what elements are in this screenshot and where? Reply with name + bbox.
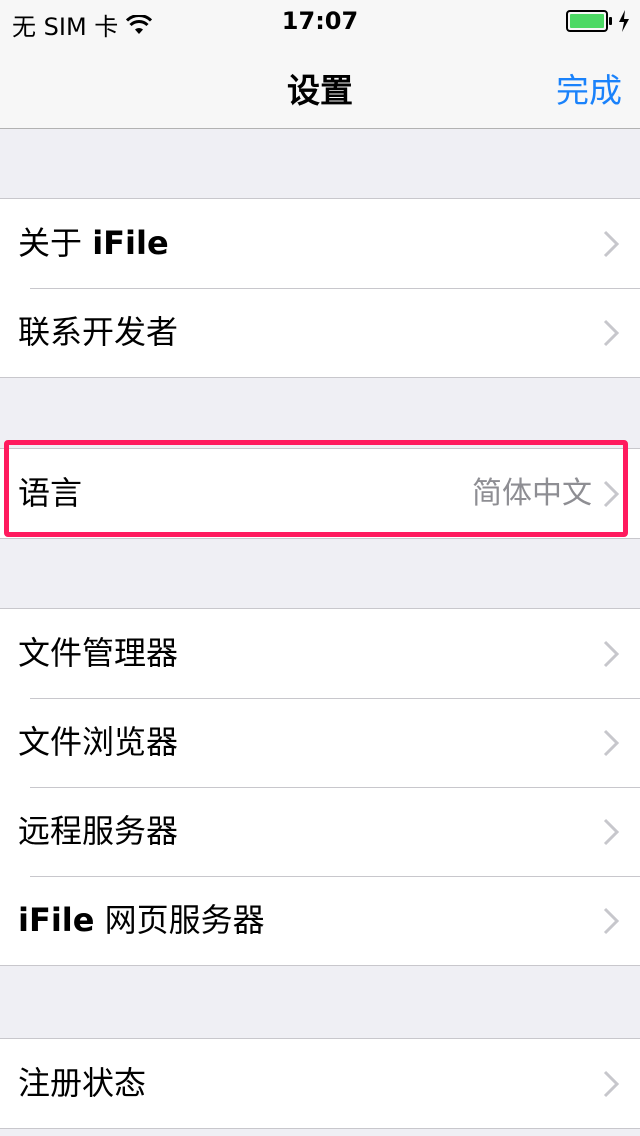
row-contact-developer[interactable]: 联系开发者 [0,288,640,377]
row-value: 简体中文 [472,476,592,511]
status-bar: 无 SIM 卡 17:07 [0,0,640,41]
row-label: 注册状态 [18,1064,147,1102]
chevron-right-icon [603,480,620,508]
settings-group-about: 关于 iFile 联系开发者 [0,198,640,378]
row-language[interactable]: 语言 简体中文 [0,449,640,538]
row-registration-status[interactable]: 注册状态 [0,1039,640,1128]
charging-bolt-icon [619,10,629,32]
page-title: 设置 [287,71,353,110]
navigation-bar: 无 SIM 卡 17:07 设置 完成 [0,0,640,129]
battery-indicator [566,10,630,32]
done-button[interactable]: 完成 [556,64,622,112]
chevron-right-icon [603,729,620,757]
settings-group-registration: 注册状态 [0,1038,640,1129]
chevron-right-icon [603,818,620,846]
chevron-right-icon [603,230,620,258]
battery-icon [566,10,612,32]
settings-group-files: 文件管理器 文件浏览器 远程服务器 iFile 网页服务器 [0,608,640,966]
row-label: 文件管理器 [18,634,179,672]
row-label: 语言 [18,474,83,512]
chevron-right-icon [603,640,620,668]
row-label: 关于 iFile [18,224,169,262]
row-label: 文件浏览器 [18,723,179,761]
row-file-manager[interactable]: 文件管理器 [0,609,640,698]
row-remote-servers[interactable]: 远程服务器 [0,787,640,876]
row-label: 联系开发者 [18,313,179,351]
status-time: 17:07 [281,7,359,35]
row-label: iFile 网页服务器 [18,901,265,939]
row-label: 远程服务器 [18,812,179,850]
chevron-right-icon [603,1070,620,1098]
settings-group-language: 语言 简体中文 [0,448,640,539]
row-web-server[interactable]: iFile 网页服务器 [0,876,640,965]
chevron-right-icon [603,319,620,347]
chevron-right-icon [603,907,620,935]
row-file-browser[interactable]: 文件浏览器 [0,698,640,787]
row-about-ifile[interactable]: 关于 iFile [0,199,640,288]
